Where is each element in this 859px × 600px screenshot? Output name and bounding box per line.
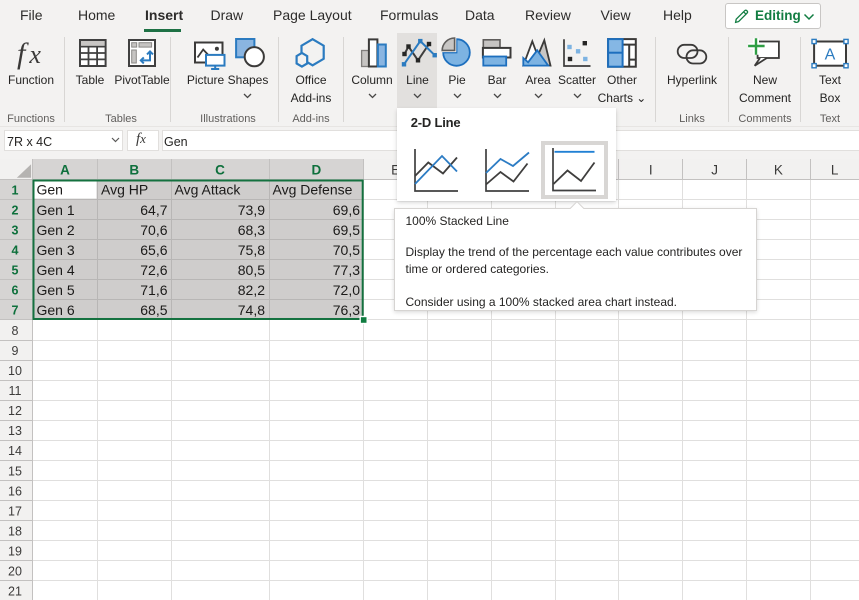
svg-text:Avg HP: Avg HP: [101, 181, 148, 197]
svg-text:3: 3: [12, 223, 19, 237]
svg-text:65,6: 65,6: [140, 241, 167, 257]
svg-text:7: 7: [12, 303, 19, 317]
svg-text:A: A: [825, 47, 836, 64]
svg-text:Gen 2: Gen 2: [37, 221, 75, 237]
svg-text:71,6: 71,6: [140, 282, 167, 298]
svg-text:74,8: 74,8: [238, 302, 265, 318]
svg-text:C: C: [215, 162, 225, 177]
svg-text:J: J: [711, 162, 718, 177]
svg-text:17: 17: [8, 504, 22, 518]
svg-text:B: B: [129, 162, 139, 177]
svg-text:72,0: 72,0: [333, 282, 360, 298]
svg-text:Avg Attack: Avg Attack: [175, 181, 242, 197]
svg-text:11: 11: [9, 384, 22, 398]
svg-text:68,5: 68,5: [140, 302, 167, 318]
svg-text:Gen 5: Gen 5: [37, 282, 75, 298]
svg-text:A: A: [60, 162, 70, 177]
svg-text:8: 8: [12, 323, 19, 337]
svg-text:Gen: Gen: [37, 181, 63, 197]
svg-text:2: 2: [12, 203, 19, 217]
svg-text:21: 21: [8, 584, 22, 598]
svg-text:16: 16: [8, 484, 22, 498]
svg-text:I: I: [649, 162, 653, 177]
svg-text:82,2: 82,2: [238, 282, 265, 298]
svg-text:K: K: [774, 162, 783, 177]
svg-text:80,5: 80,5: [238, 261, 265, 277]
svg-text:Gen 4: Gen 4: [37, 261, 75, 277]
svg-text:Gen 6: Gen 6: [37, 302, 75, 318]
svg-text:Avg Defense: Avg Defense: [273, 181, 353, 197]
svg-text:20: 20: [8, 564, 22, 578]
svg-text:70,6: 70,6: [140, 221, 167, 237]
svg-text:Gen 3: Gen 3: [37, 241, 75, 257]
svg-text:1: 1: [12, 183, 19, 197]
svg-text:13: 13: [8, 424, 22, 438]
svg-text:Gen 1: Gen 1: [37, 201, 75, 217]
svg-text:L: L: [831, 162, 839, 177]
svg-text:73,9: 73,9: [238, 201, 265, 217]
svg-text:75,8: 75,8: [238, 241, 265, 257]
svg-text:5: 5: [12, 263, 19, 277]
svg-text:12: 12: [8, 404, 22, 418]
svg-text:D: D: [311, 162, 321, 177]
svg-text:69,6: 69,6: [333, 201, 360, 217]
svg-text:14: 14: [8, 444, 22, 458]
svg-text:9: 9: [12, 343, 19, 357]
svg-text:69,5: 69,5: [333, 221, 360, 237]
svg-text:10: 10: [8, 363, 22, 377]
svg-text:68,3: 68,3: [238, 221, 265, 237]
svg-text:70,5: 70,5: [333, 241, 360, 257]
svg-text:18: 18: [8, 524, 22, 538]
svg-text:6: 6: [12, 283, 19, 297]
svg-text:76,3: 76,3: [333, 302, 360, 318]
svg-text:77,3: 77,3: [333, 261, 360, 277]
svg-text:72,6: 72,6: [140, 261, 167, 277]
svg-text:4: 4: [12, 243, 19, 257]
svg-text:19: 19: [8, 544, 22, 558]
svg-text:64,7: 64,7: [140, 201, 167, 217]
svg-text:15: 15: [8, 464, 22, 478]
